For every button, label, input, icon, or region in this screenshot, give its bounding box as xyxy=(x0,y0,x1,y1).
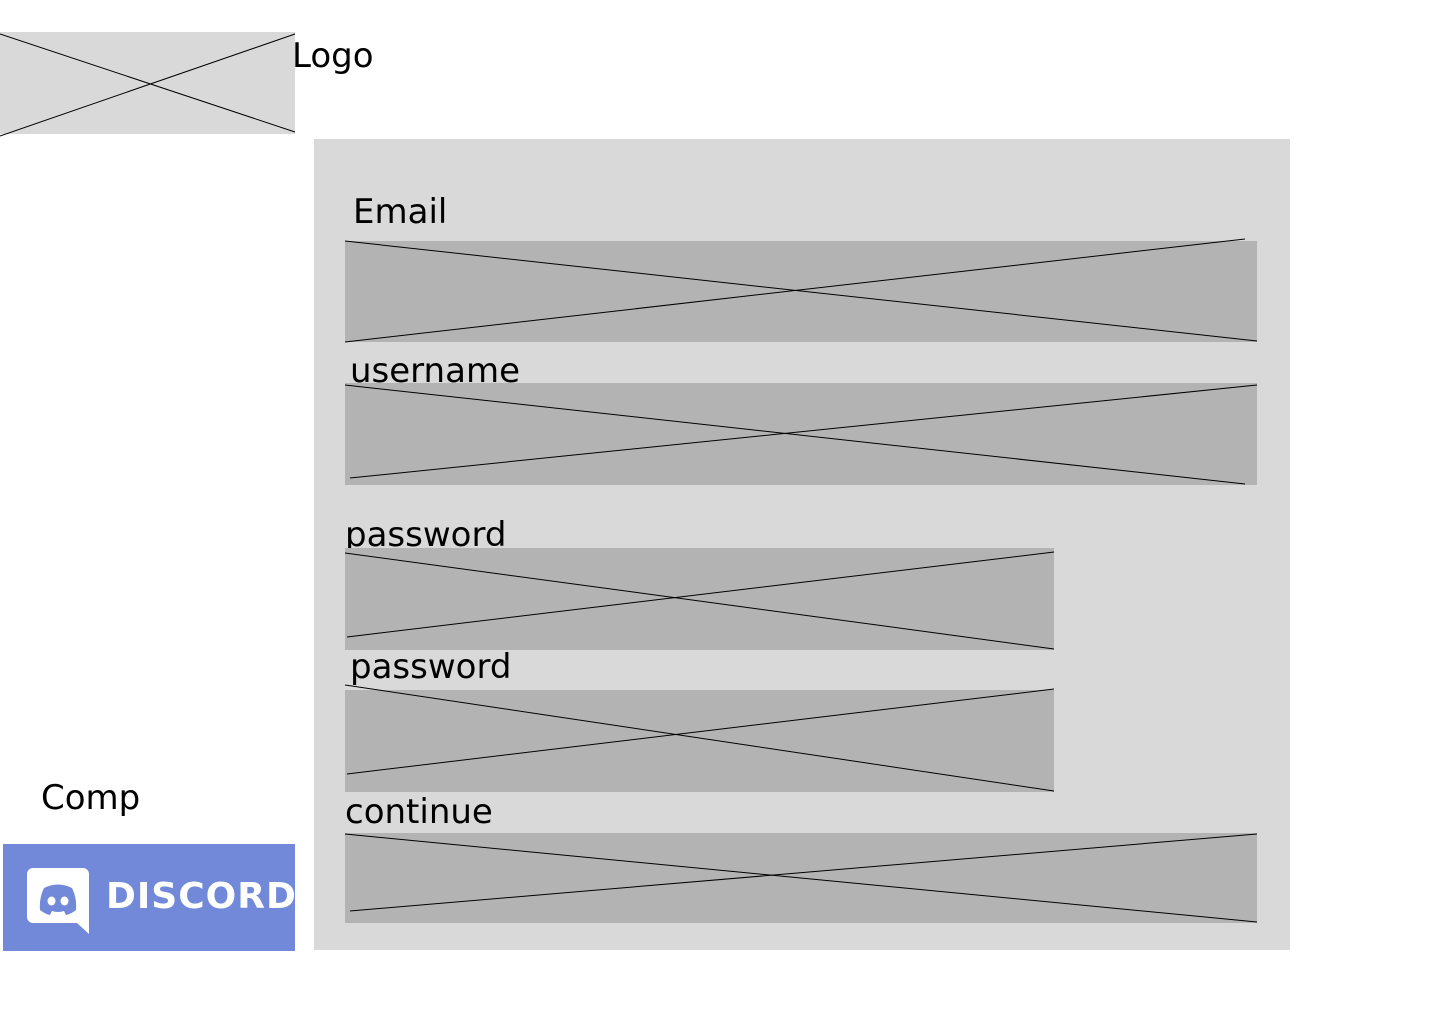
comp-label: Comp xyxy=(41,778,141,818)
confirm-password-field[interactable] xyxy=(344,684,1055,792)
username-field[interactable] xyxy=(344,383,1258,485)
logo-image-placeholder xyxy=(0,32,296,137)
discord-button[interactable]: DISCORD xyxy=(3,844,297,951)
continue-label: continue xyxy=(345,792,493,832)
logo-label: Logo xyxy=(292,36,374,76)
discord-icon xyxy=(27,868,89,934)
discord-wordmark: DISCORD xyxy=(106,876,297,917)
confirm-password-label: password xyxy=(350,647,512,687)
continue-button[interactable] xyxy=(344,833,1258,923)
password-field[interactable] xyxy=(344,548,1055,650)
email-field[interactable] xyxy=(344,238,1258,343)
email-label: Email xyxy=(353,192,448,232)
